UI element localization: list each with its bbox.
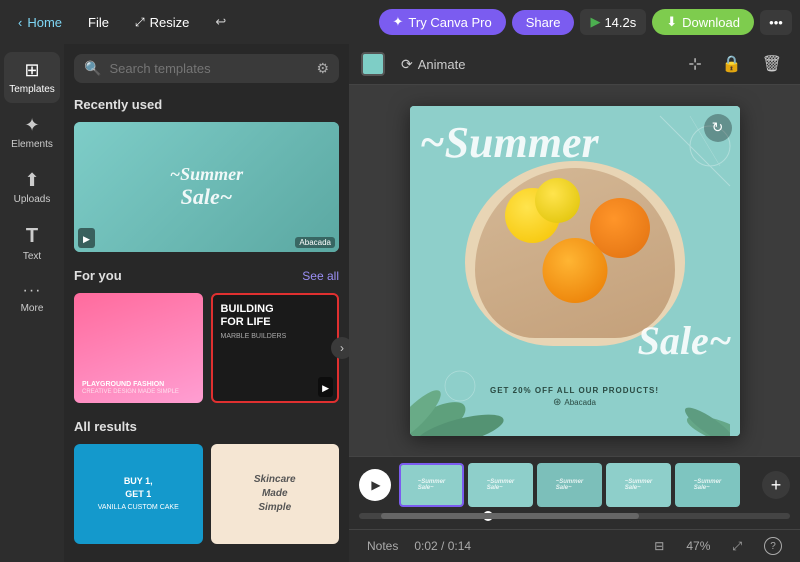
home-button[interactable]: ‹ Home [8,10,72,35]
timeline-frame-5[interactable]: ~SummerSale~ [675,463,740,507]
template-thumb-building[interactable]: BUILDINGFOR LIFE MARBLE BUILDERS ▶ [211,293,340,403]
template-thumb-playground[interactable]: playground fashion CREATIVE DESIGN MADE … [74,293,203,403]
timeline-scrollbar[interactable] [359,513,790,519]
sidebar-item-elements[interactable]: ✦ Elements [4,107,60,158]
templates-icon: ⊞ [24,60,39,81]
crop-icon: ⊹ [688,56,701,73]
more-options-button[interactable]: ••• [760,10,792,35]
canvas-design-card[interactable]: ~Summer Sale~ [410,106,740,436]
play-icon-small: ▶ [83,234,90,244]
fullscreen-icon: ⤢ [732,539,742,554]
timeline-thumbs: ~SummerSale~ ~SummerSale~ ~SummerSale~ ~… [399,463,754,507]
trash-icon: 🗑 [762,56,782,73]
play-icon: ▶ [590,14,600,30]
design-discount-text: GET 20% OFF ALL OUR PRODUCTS! [410,386,740,395]
scroll-right-button[interactable]: › [331,337,349,359]
search-input[interactable] [109,61,308,76]
sidebar-item-text[interactable]: T Text [4,217,60,270]
timeline: ▶ ~SummerSale~ ~SummerSale~ ~SummerSale~… [349,456,800,529]
undo-button[interactable]: ↩ [205,9,236,35]
sidebar-item-templates[interactable]: ⊞ Templates [4,52,60,103]
template-thumb-buy1get1[interactable]: BUY 1,GET 1VANILLA CUSTOM CAKE [74,444,203,544]
timeline-scroll-thumb [381,513,640,519]
undo-icon: ↩ [215,14,226,30]
animate-icon: ⟳ [401,56,413,73]
grid-view-button[interactable]: ⊟ [648,536,670,556]
timeline-frame-3[interactable]: ~SummerSale~ [537,463,602,507]
elements-icon: ✦ [24,115,39,136]
search-icon: 🔍 [84,60,101,77]
for-you-header: For you See all [74,268,339,283]
zoom-button[interactable]: 47% [680,536,716,556]
footer: Notes 0:02 / 0:14 ⊟ 47% ⤢ ? [349,529,800,562]
help-icon: ? [764,537,782,555]
crop-button[interactable]: ⊹ [682,50,707,78]
template-thumb-summer-sale-recent[interactable]: ~Summer Sale~ ▶ Abacada [74,122,339,252]
add-frame-button[interactable]: + [762,471,790,499]
resize-icon: ⤢ [135,15,145,30]
sidebar-icons: ⊞ Templates ✦ Elements ⬆ Uploads T Text … [0,44,64,562]
templates-panel: 🔍 ⚙ Recently used ~Summer Sale~ ▶ Abacad… [64,44,349,562]
all-results-grid: BUY 1,GET 1VANILLA CUSTOM CAKE SkincareM… [74,444,339,544]
search-bar[interactable]: 🔍 ⚙ [74,54,339,83]
chevron-left-icon: ‹ [18,15,22,30]
animate-button[interactable]: ⟳ Animate [393,52,473,77]
time-display: 0:02 / 0:14 [414,539,471,553]
lock-button[interactable]: 🔒 [716,50,748,78]
grid-icon: ⊟ [654,539,664,553]
refresh-button[interactable]: ↻ [704,114,732,142]
canvas-area: ⟳ Animate ⊹ 🔒 🗑 [349,44,800,562]
color-swatch[interactable] [361,52,385,76]
recently-used-title: Recently used [74,97,339,112]
share-button[interactable]: Share [512,10,575,35]
brand-icon: ⊛ [553,397,561,408]
help-button[interactable]: ? [758,534,788,558]
try-canva-button[interactable]: ✦ Try Canva Pro [379,9,506,35]
design-brand-text: Abacada [564,398,596,407]
delete-button[interactable]: 🗑 [756,50,788,78]
resize-button[interactable]: ⤢ Resize [125,10,199,35]
lock-icon: 🔒 [722,56,742,73]
timeline-frame-1[interactable]: ~SummerSale~ [399,463,464,507]
file-button[interactable]: File [78,10,119,35]
download-button[interactable]: ⬇ Download [652,9,754,35]
see-all-button[interactable]: See all [302,269,339,283]
for-you-grid: playground fashion CREATIVE DESIGN MADE … [74,293,339,403]
template-thumb-skincare[interactable]: SkincareMadeSimple [211,444,340,544]
filter-icon[interactable]: ⚙ [316,60,329,77]
main-area: ⊞ Templates ✦ Elements ⬆ Uploads T Text … [0,44,800,562]
more-icon: ··· [23,282,42,300]
text-icon: T [26,225,38,248]
canvas-toolbar: ⟳ Animate ⊹ 🔒 🗑 [349,44,800,85]
topbar: ‹ Home File ⤢ Resize ↩ ✦ Try Canva Pro S… [0,0,800,44]
sidebar-item-uploads[interactable]: ⬆ Uploads [4,162,60,213]
uploads-icon: ⬆ [24,170,39,191]
timer-button[interactable]: ▶ 14.2s [580,9,646,35]
star-icon: ✦ [393,14,404,30]
recently-used-section: ~Summer Sale~ ▶ Abacada [74,122,339,252]
play-button[interactable]: ▶ [359,469,391,501]
timeline-frame-2[interactable]: ~SummerSale~ [468,463,533,507]
for-you-title: For you [74,268,122,283]
design-sale-text: Sale~ [638,321,732,361]
timeline-frame-4[interactable]: ~SummerSale~ [606,463,671,507]
playground-label: playground fashion [82,380,195,389]
all-results-title: All results [74,419,339,434]
building-label: BUILDINGFOR LIFE [221,303,330,329]
sidebar-item-more[interactable]: ··· More [4,274,60,322]
play-icon: ▶ [371,478,380,492]
timeline-controls: ▶ ~SummerSale~ ~SummerSale~ ~SummerSale~… [359,463,790,507]
fullscreen-button[interactable]: ⤢ [726,536,748,557]
play-icon-building: ▶ [322,383,329,393]
design-summer-text: ~Summer [420,121,599,165]
notes-button[interactable]: Notes [361,536,404,556]
canvas-viewport: ~Summer Sale~ [349,85,800,456]
download-icon: ⬇ [666,14,677,30]
